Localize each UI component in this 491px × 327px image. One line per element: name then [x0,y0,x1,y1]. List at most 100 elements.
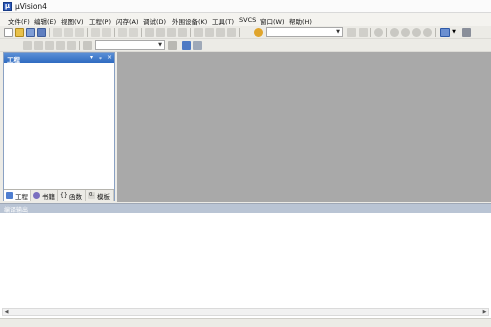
comment-icon[interactable] [216,28,225,37]
new-file-icon[interactable] [4,28,13,37]
undo-icon[interactable] [91,28,100,37]
menu-view[interactable]: 视图(V) [61,16,84,26]
panel-dropdown-icon[interactable]: ▾ [88,54,95,61]
menu-edit[interactable]: 编辑(E) [34,16,56,26]
toolbar-separator [370,28,371,37]
books-icon[interactable] [193,41,202,50]
prev-bookmark-icon[interactable] [156,28,165,37]
next-bookmark-icon[interactable] [167,28,176,37]
tab-label: 工程 [15,192,28,201]
open-folder-icon[interactable] [15,28,24,37]
bookmark-icon[interactable] [145,28,154,37]
toolbar-separator [386,28,387,37]
target-select[interactable]: ▼ [95,40,165,50]
menu-project[interactable]: 工程(P) [89,16,111,26]
build-toolbar: ▼ [0,39,491,52]
debug-icon[interactable] [374,28,383,37]
editor-area[interactable] [117,52,491,202]
paste-icon[interactable] [75,28,84,37]
configure-icon[interactable] [462,28,471,37]
build-output-panel: 编译输出 ◀ ▶ [0,203,491,327]
project-panel-tabs: 工程 书籍 {} 函数 0. 模板 [4,189,114,201]
toolbar-separator [190,28,191,37]
books-icon [33,192,40,199]
chevron-down-icon[interactable]: ▼ [335,29,341,35]
toolbar-separator [239,28,240,37]
work-area: 工程 ▾ ᵩ × 工程 书籍 {} 函数 0. 模板 [0,52,491,202]
menu-window[interactable]: 窗口(W) [260,16,285,26]
download-icon[interactable] [83,41,92,50]
menu-tools[interactable]: 工具(T) [212,16,234,26]
save-icon[interactable] [26,28,35,37]
file-toolbar: ▼ ▼ [0,26,491,39]
enable-breakpoints-icon[interactable] [423,28,432,37]
incremental-find-icon[interactable] [347,28,356,37]
build-output-title: 编译输出 [4,207,29,214]
close-icon[interactable]: × [106,54,113,61]
nav-back-icon[interactable] [118,28,127,37]
uncomment-icon[interactable] [227,28,236,37]
find-in-files-icon[interactable] [254,28,263,37]
menu-bar: 文件(F) 编辑(E) 视图(V) 工程(P) 闪存(A) 调试(D) 外围设备… [0,13,491,26]
toolbar-separator [114,28,115,37]
uvision-app-icon: μ [3,2,12,11]
breakpoint-icon[interactable] [390,28,399,37]
find-icon[interactable] [359,28,368,37]
menu-debug[interactable]: 调试(D) [143,16,166,26]
toolbar-separator [435,28,436,37]
nav-forward-icon[interactable] [129,28,138,37]
tab-templates[interactable]: 0. 模板 [86,190,114,201]
stop-build-icon[interactable] [67,41,76,50]
tab-functions[interactable]: {} 函数 [58,190,86,201]
indent-icon[interactable] [194,28,203,37]
kill-breakpoints-icon[interactable] [412,28,421,37]
toolbar-separator [87,28,88,37]
chevron-down-icon[interactable]: ▼ [157,42,163,48]
chevron-down-icon[interactable]: ▼ [451,28,457,37]
cut-icon[interactable] [53,28,62,37]
scroll-left-icon[interactable]: ◀ [3,309,10,315]
rebuild-icon[interactable] [45,41,54,50]
find-combo[interactable]: ▼ [266,27,343,37]
disable-breakpoint-icon[interactable] [401,28,410,37]
templates-icon: 0. [88,192,95,199]
project-panel: 工程 ▾ ᵩ × 工程 书籍 {} 函数 0. 模板 [3,52,115,201]
build-output-header: 编译输出 [0,204,491,214]
toolbar-separator [79,41,80,50]
status-bar [0,318,491,327]
project-icon [6,192,13,199]
copy-icon[interactable] [64,28,73,37]
window-title: µVision4 [15,2,47,11]
project-tree[interactable] [4,63,114,189]
tab-label: 函数 [69,192,82,201]
tab-label: 模板 [97,192,110,201]
window-select-icon[interactable] [440,28,450,37]
build-icon[interactable] [34,41,43,50]
menu-flash[interactable]: 闪存(A) [116,16,139,26]
batch-build-icon[interactable] [56,41,65,50]
toolbar-separator [141,28,142,37]
menu-help[interactable]: 帮助(H) [289,16,312,26]
redo-icon[interactable] [102,28,111,37]
menu-file[interactable]: 文件(F) [8,16,30,26]
scroll-right-icon[interactable]: ▶ [481,309,488,315]
menu-svcs[interactable]: SVCS [239,16,256,24]
build-output-text[interactable] [2,214,489,307]
clear-bookmarks-icon[interactable] [178,28,187,37]
title-bar: μ µVision4 [0,0,491,13]
tab-books[interactable]: 书籍 [31,190,58,201]
functions-icon: {} [60,192,68,199]
project-panel-header: 工程 ▾ ᵩ × [4,53,114,64]
save-all-icon[interactable] [37,28,46,37]
horizontal-scrollbar[interactable]: ◀ ▶ [2,308,489,316]
tab-project[interactable]: 工程 [4,190,31,201]
target-options-icon[interactable] [168,41,177,50]
manage-components-icon[interactable] [182,41,191,50]
uvision-window: μ µVision4 文件(F) 编辑(E) 视图(V) 工程(P) 闪存(A)… [0,0,491,327]
tab-label: 书籍 [42,192,55,201]
menu-peripherals[interactable]: 外围设备(K) [172,16,207,26]
toolbar-separator [49,28,50,37]
pin-icon[interactable]: ᵩ [97,54,104,61]
unindent-icon[interactable] [205,28,214,37]
translate-icon[interactable] [23,41,32,50]
